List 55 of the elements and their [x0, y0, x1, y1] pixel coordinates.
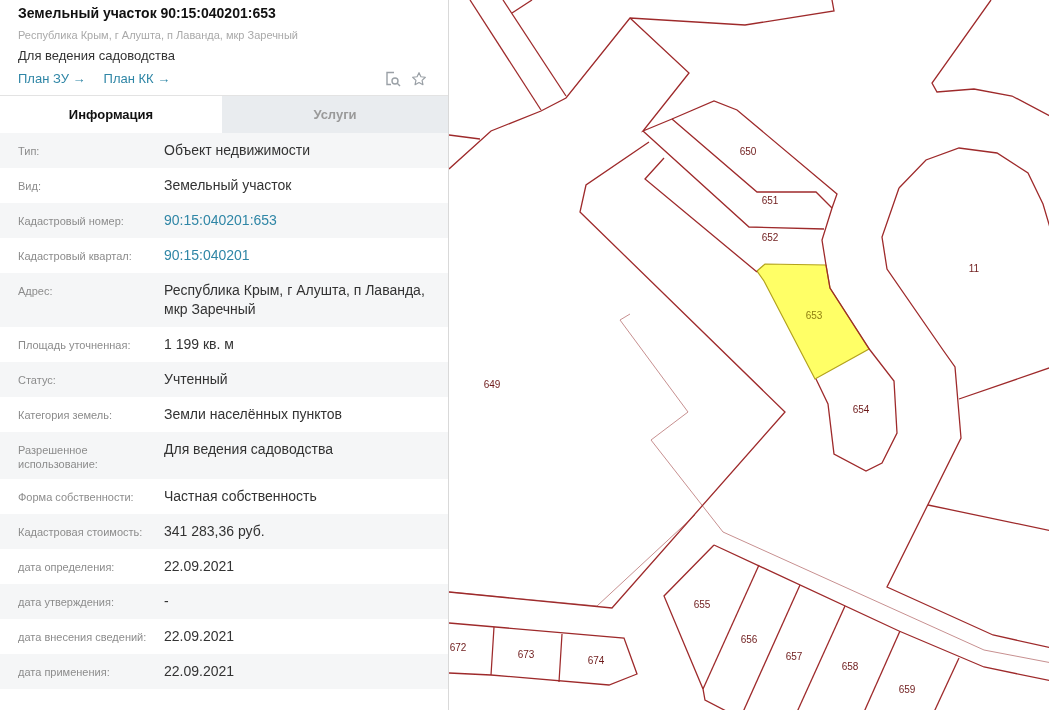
- parcel-number: 651: [761, 195, 779, 206]
- property-label: Тип:: [17, 144, 41, 158]
- favorite-button[interactable]: [411, 71, 427, 87]
- property-label: дата утверждения:: [17, 595, 115, 609]
- property-label: дата определения:: [17, 560, 116, 574]
- property-value: 22.09.2021: [164, 663, 235, 679]
- property-value: Республика Крым, г Алушта, п Лаванда, мкр Заречный: [164, 282, 425, 317]
- parcel-number: 653: [805, 310, 823, 321]
- property-value: Частная собственность: [164, 488, 317, 504]
- property-label: Адрес:: [17, 284, 54, 298]
- tab[interactable]: Услуги: [222, 96, 448, 133]
- plan-link[interactable]: План ЗУ →: [18, 70, 86, 88]
- parcel-number: 655: [693, 599, 711, 610]
- property-value: Земельный участок: [164, 177, 292, 193]
- property-value: 1 199 кв. м: [164, 336, 234, 352]
- parcel-number: 657: [785, 651, 803, 662]
- property-value: 22.09.2021: [164, 628, 235, 644]
- plan-link[interactable]: План КК →: [103, 70, 171, 88]
- document-search-icon: [385, 71, 401, 87]
- parcel-number: 654: [852, 404, 870, 415]
- property-label: Кадастровая стоимость:: [17, 525, 144, 539]
- property-label: Категория земель:: [17, 408, 114, 422]
- parcel-purpose: Для ведения садоводства: [18, 47, 176, 65]
- parcel-title: Земельный участок 90:15:040201:653: [18, 4, 277, 23]
- parcel-number: 650: [739, 146, 757, 157]
- property-label: Вид:: [17, 179, 42, 193]
- property-label: Кадастровый номер:: [17, 214, 125, 228]
- parcel-number: 649: [483, 379, 501, 390]
- property-label: дата внесения сведений:: [17, 630, 148, 644]
- parcel-number: 659: [898, 684, 916, 695]
- property-label: Разрешенное использование:: [17, 443, 99, 471]
- parcel-number: 658: [841, 661, 859, 672]
- parcel-number: 652: [761, 232, 779, 243]
- parcel-number: 672: [449, 642, 467, 653]
- property-value: -: [164, 593, 169, 609]
- cadastral-link[interactable]: 90:15:040201:653: [164, 212, 277, 228]
- parcel-number: 656: [740, 634, 758, 645]
- property-label: Статус:: [17, 373, 57, 387]
- cadastral-link[interactable]: 90:15:040201: [164, 247, 250, 263]
- parcel-number: 673: [517, 649, 535, 660]
- property-label: Площадь уточненная:: [17, 338, 132, 352]
- property-label: Форма собственности:: [17, 490, 135, 504]
- property-value: 341 283,36 руб.: [164, 523, 265, 539]
- property-value: Объект недвижимости: [164, 142, 311, 158]
- inspect-button[interactable]: [385, 71, 401, 87]
- parcel-number: 11: [968, 263, 980, 274]
- property-value: Для ведения садоводства: [164, 441, 333, 457]
- property-value: Учтенный: [164, 371, 228, 387]
- parcel-number: 674: [587, 655, 605, 666]
- property-label: Кадастровый квартал:: [17, 249, 133, 263]
- property-value: Земли населённых пунктов: [164, 406, 343, 422]
- parcel-address: Республика Крым, г Алушта, п Лаванда, мкр Заречный: [18, 28, 299, 42]
- property-value: 22.09.2021: [164, 558, 235, 574]
- property-label: дата применения:: [17, 665, 111, 679]
- star-icon: [411, 71, 427, 87]
